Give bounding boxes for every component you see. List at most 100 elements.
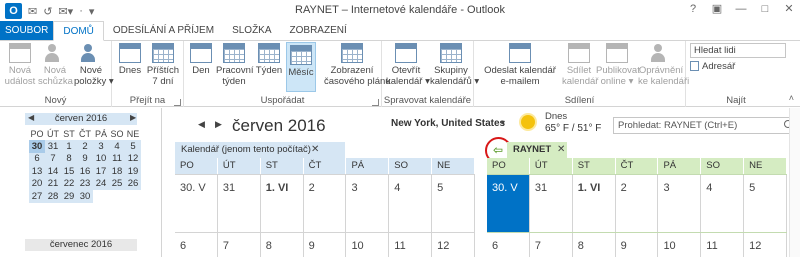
day-cell[interactable]: 12 — [744, 233, 788, 257]
vertical-scrollbar[interactable] — [789, 108, 800, 257]
mini-day[interactable]: 25 — [109, 177, 125, 190]
tab-home[interactable]: DOMŮ — [53, 21, 104, 41]
mini-day[interactable]: 10 — [93, 152, 109, 165]
mini-next-month-icon[interactable]: ▶ — [130, 113, 136, 122]
mini-day[interactable]: 4 — [109, 140, 125, 153]
month-view-button[interactable]: Měsíc — [286, 42, 316, 92]
share-calendar-button[interactable]: Sdílet kalendář — [562, 43, 598, 87]
day-cell[interactable]: 10 — [346, 233, 390, 257]
help-icon[interactable]: ? — [686, 3, 700, 15]
maximize-icon[interactable]: □ — [758, 3, 772, 15]
close-icon[interactable]: ✕ — [782, 2, 796, 15]
mini-day[interactable]: 29 — [61, 190, 77, 203]
work-week-view-button[interactable]: Pracovní týden — [216, 43, 254, 87]
next-7-days-button[interactable]: Příštích 7 dní — [146, 43, 180, 87]
mini-day[interactable]: 15 — [61, 165, 77, 178]
mini-day[interactable]: 1 — [61, 140, 77, 153]
week-view-button[interactable]: Týden — [254, 43, 284, 76]
new-meeting-button[interactable]: Nová schůzka — [38, 43, 73, 87]
mini-day[interactable]: 16 — [77, 165, 93, 178]
mini-day[interactable]: 22 — [61, 177, 77, 190]
day-cell[interactable]: 3 — [346, 175, 390, 232]
tab-send-receive[interactable]: ODESÍLÁNÍ A PŘÍJEM — [104, 21, 223, 40]
mini-day[interactable]: 6 — [29, 152, 45, 165]
day-cell[interactable]: 8 — [573, 233, 616, 257]
mini-day[interactable]: 9 — [77, 152, 93, 165]
mini-day[interactable]: 7 — [45, 152, 61, 165]
tab-folder[interactable]: SLOŽKA — [223, 21, 280, 40]
mini-day[interactable]: 21 — [45, 177, 61, 190]
day-cell[interactable]: 31 — [218, 175, 261, 232]
collapse-ribbon-icon[interactable]: ˄ — [789, 93, 794, 103]
calendar-tab-local[interactable]: Kalendář (jenom tento počítač) — [175, 142, 345, 158]
mini-day[interactable]: 8 — [61, 152, 77, 165]
day-cell[interactable]: 7 — [530, 233, 573, 257]
day-cell[interactable]: 3 — [658, 175, 702, 232]
mini-day[interactable]: 24 — [93, 177, 109, 190]
close-calendar-icon[interactable]: ✕ — [557, 142, 565, 158]
today-button[interactable]: Dnes — [116, 43, 144, 76]
calendar-permissions-button[interactable]: Oprávnění ke kalendáři — [638, 43, 689, 87]
day-view-button[interactable]: Den — [188, 43, 214, 76]
day-cell[interactable]: 8 — [261, 233, 304, 257]
open-calendar-button[interactable]: Otevřít kalendář ▾ — [386, 43, 430, 87]
day-cell[interactable]: 1. VI — [261, 175, 304, 232]
mini-day[interactable]: 2 — [77, 140, 93, 153]
day-cell[interactable]: 2 — [304, 175, 347, 232]
day-cell[interactable]: 9 — [616, 233, 659, 257]
mini-day[interactable]: 14 — [45, 165, 61, 178]
mini-prev-month-icon[interactable]: ◀ — [28, 113, 34, 122]
mini-day[interactable]: 23 — [77, 177, 93, 190]
day-cell[interactable]: 1. VI — [573, 175, 616, 232]
mini-day[interactable]: 12 — [125, 152, 141, 165]
tab-file[interactable]: SOUBOR — [0, 21, 54, 40]
mini-day[interactable]: 30 — [77, 190, 93, 203]
day-cell[interactable]: 4 — [389, 175, 433, 232]
weather-location[interactable]: New York, United States — [391, 118, 505, 129]
new-event-button[interactable]: Nová událost — [4, 43, 36, 87]
calendar-groups-button[interactable]: Skupiny kalendářů ▾ — [430, 43, 479, 87]
mini-day[interactable]: 5 — [125, 140, 141, 153]
mini-day[interactable]: 20 — [29, 177, 45, 190]
new-items-button[interactable]: Nové položky ▾ — [74, 43, 114, 87]
search-people-input[interactable] — [690, 43, 786, 58]
mini-day[interactable]: 30 — [29, 140, 45, 153]
close-calendar-icon[interactable]: ✕ — [311, 142, 319, 158]
overlay-arrow-icon[interactable]: ⇦ — [490, 142, 506, 158]
day-cell[interactable]: 9 — [304, 233, 347, 257]
day-cell[interactable]: 12 — [432, 233, 476, 257]
dialog-launcher-icon[interactable] — [174, 99, 181, 106]
previous-month-icon[interactable]: ◀ — [198, 119, 205, 130]
mini-day[interactable]: 17 — [93, 165, 109, 178]
mini-day[interactable]: 18 — [109, 165, 125, 178]
mini-day[interactable]: 19 — [125, 165, 141, 178]
mini-day[interactable]: 28 — [45, 190, 61, 203]
email-calendar-button[interactable]: Odeslat kalendář e-mailem — [478, 43, 562, 87]
day-cell[interactable]: 6 — [175, 233, 218, 257]
day-cell[interactable]: 5 — [432, 175, 476, 232]
calendar-search-input[interactable]: Prohledat: RAYNET (Ctrl+E) — [613, 117, 797, 134]
minimize-icon[interactable]: — — [734, 3, 748, 15]
day-cell[interactable]: 6 — [487, 233, 530, 257]
next-month-icon[interactable]: ▶ — [215, 119, 222, 130]
location-dropdown-icon[interactable]: ▾ — [501, 118, 505, 127]
day-cell[interactable]: 11 — [701, 233, 745, 257]
day-cell[interactable]: 10 — [658, 233, 702, 257]
tab-view[interactable]: ZOBRAZENÍ — [281, 21, 356, 40]
schedule-view-button[interactable]: Zobrazení časového plánu — [324, 43, 391, 87]
ribbon-display-icon[interactable]: ▣ — [710, 2, 724, 15]
mini-day[interactable]: 13 — [29, 165, 45, 178]
day-cell-selected[interactable]: 30. V — [487, 175, 530, 232]
mini-day[interactable]: 31 — [45, 140, 61, 153]
publish-online-button[interactable]: Publikovat online ▾ — [596, 43, 640, 87]
day-cell[interactable]: 7 — [218, 233, 261, 257]
mini-calendar-next-month[interactable]: červenec 2016 — [25, 239, 137, 251]
dialog-launcher-icon[interactable] — [372, 99, 379, 106]
mini-day[interactable]: 3 — [93, 140, 109, 153]
mini-day[interactable]: 26 — [125, 177, 141, 190]
day-cell[interactable]: 2 — [616, 175, 659, 232]
day-cell[interactable]: 5 — [744, 175, 788, 232]
day-cell[interactable]: 31 — [530, 175, 573, 232]
day-cell[interactable]: 30. V — [175, 175, 218, 232]
day-cell[interactable]: 11 — [389, 233, 433, 257]
